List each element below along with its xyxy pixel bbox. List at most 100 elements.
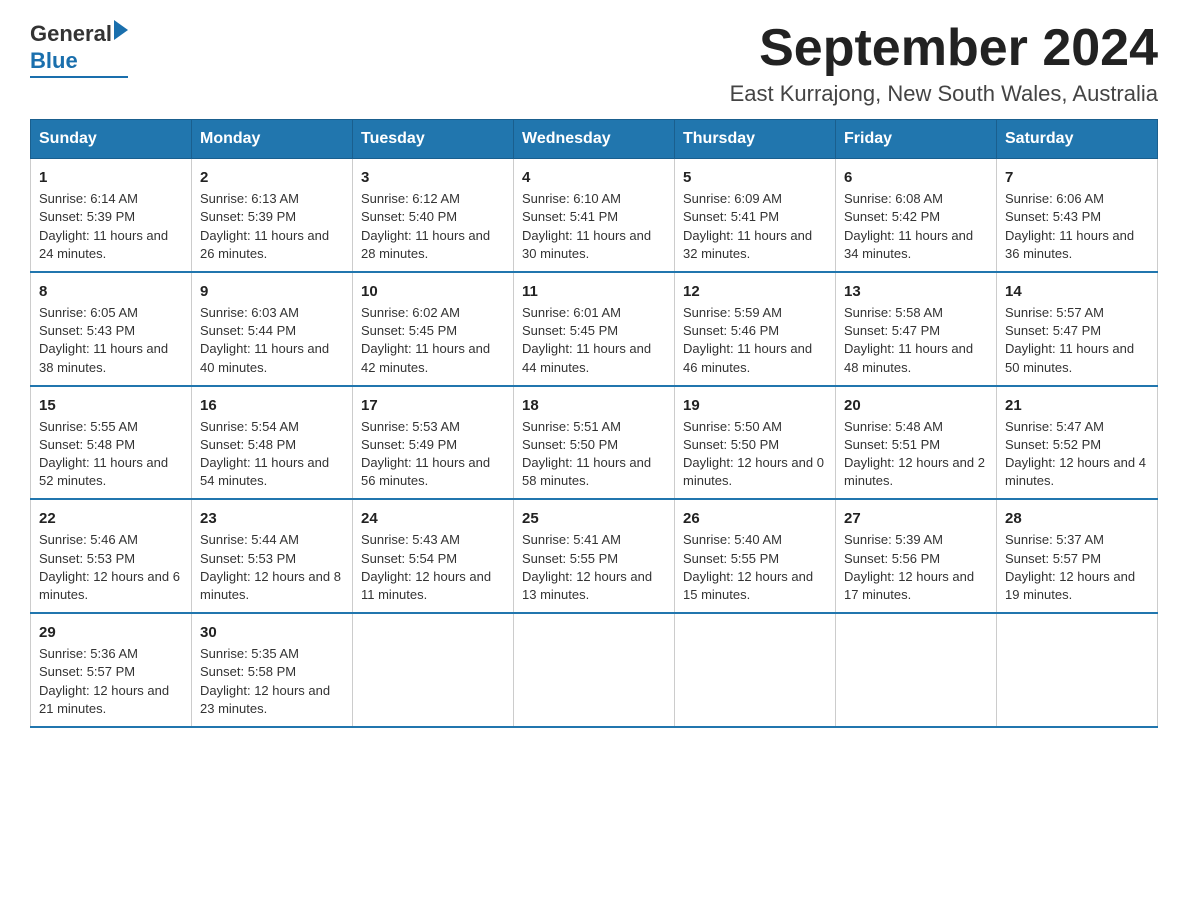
daylight-text: Daylight: 11 hours and 34 minutes.: [844, 227, 988, 263]
day-number: 22: [39, 508, 183, 529]
calendar-cell: 14Sunrise: 5:57 AMSunset: 5:47 PMDayligh…: [997, 272, 1158, 386]
sunset-text: Sunset: 5:45 PM: [361, 322, 505, 340]
sunrise-text: Sunrise: 5:40 AM: [683, 531, 827, 549]
daylight-text: Daylight: 12 hours and 0 minutes.: [683, 454, 827, 490]
sunrise-text: Sunrise: 6:01 AM: [522, 304, 666, 322]
daylight-text: Daylight: 12 hours and 21 minutes.: [39, 682, 183, 718]
day-number: 25: [522, 508, 666, 529]
daylight-text: Daylight: 11 hours and 24 minutes.: [39, 227, 183, 263]
calendar-cell: 7Sunrise: 6:06 AMSunset: 5:43 PMDaylight…: [997, 159, 1158, 272]
sunrise-text: Sunrise: 5:41 AM: [522, 531, 666, 549]
sunset-text: Sunset: 5:39 PM: [39, 208, 183, 226]
sunset-text: Sunset: 5:55 PM: [683, 550, 827, 568]
calendar-cell: [514, 613, 675, 727]
daylight-text: Daylight: 12 hours and 13 minutes.: [522, 568, 666, 604]
sunrise-text: Sunrise: 5:55 AM: [39, 418, 183, 436]
weekday-header-monday: Monday: [192, 120, 353, 159]
day-number: 12: [683, 281, 827, 302]
sunset-text: Sunset: 5:51 PM: [844, 436, 988, 454]
logo-blue-text: Blue: [30, 48, 78, 74]
sunset-text: Sunset: 5:44 PM: [200, 322, 344, 340]
day-number: 26: [683, 508, 827, 529]
day-number: 23: [200, 508, 344, 529]
day-number: 29: [39, 622, 183, 643]
sunrise-text: Sunrise: 6:10 AM: [522, 190, 666, 208]
sunset-text: Sunset: 5:56 PM: [844, 550, 988, 568]
week-row-2: 8 Sunrise: 6:05 AMSunset: 5:43 PM Daylight…: [31, 272, 1158, 386]
day-number: 15: [39, 395, 183, 416]
day-number: 20: [844, 395, 988, 416]
sunrise-text: Sunrise: 5:43 AM: [361, 531, 505, 549]
sunset-text: Sunset: 5:39 PM: [200, 208, 344, 226]
calendar-cell: 12Sunrise: 5:59 AMSunset: 5:46 PMDayligh…: [675, 272, 836, 386]
sunset-text: Sunset: 5:47 PM: [1005, 322, 1149, 340]
sunrise-text: Sunrise: 5:39 AM: [844, 531, 988, 549]
daylight-text: Daylight: 11 hours and 42 minutes.: [361, 340, 505, 376]
logo-general-text: General: [30, 21, 112, 47]
sunrise-text: Sunrise: 6:03 AM: [200, 304, 344, 322]
day-number: 19: [683, 395, 827, 416]
daylight-text: Daylight: 11 hours and 26 minutes.: [200, 227, 344, 263]
calendar-cell: 2Sunrise: 6:13 AMSunset: 5:39 PMDaylight…: [192, 159, 353, 272]
day-number: 13: [844, 281, 988, 302]
calendar-cell: [675, 613, 836, 727]
sunrise-text: Sunrise: 6:02 AM: [361, 304, 505, 322]
sunrise-text: Sunrise: 5:37 AM: [1005, 531, 1149, 549]
day-number: 8: [39, 281, 183, 302]
calendar-cell: [353, 613, 514, 727]
daylight-text: Daylight: 11 hours and 30 minutes.: [522, 227, 666, 263]
daylight-text: Daylight: 12 hours and 4 minutes.: [1005, 454, 1149, 490]
sunrise-text: Sunrise: 6:09 AM: [683, 190, 827, 208]
daylight-text: Daylight: 12 hours and 19 minutes.: [1005, 568, 1149, 604]
sunset-text: Sunset: 5:57 PM: [1005, 550, 1149, 568]
calendar-cell: 3Sunrise: 6:12 AMSunset: 5:40 PMDaylight…: [353, 159, 514, 272]
daylight-text: Daylight: 12 hours and 17 minutes.: [844, 568, 988, 604]
weekday-header-sunday: Sunday: [31, 120, 192, 159]
calendar-cell: 16Sunrise: 5:54 AMSunset: 5:48 PMDayligh…: [192, 386, 353, 500]
page-header: General Blue September 2024 East Kurrajo…: [30, 20, 1158, 107]
calendar-cell: 30Sunrise: 5:35 AMSunset: 5:58 PMDayligh…: [192, 613, 353, 727]
sunset-text: Sunset: 5:47 PM: [844, 322, 988, 340]
calendar-cell: 28Sunrise: 5:37 AMSunset: 5:57 PMDayligh…: [997, 499, 1158, 613]
calendar-cell: 13Sunrise: 5:58 AMSunset: 5:47 PMDayligh…: [836, 272, 997, 386]
sunset-text: Sunset: 5:58 PM: [200, 663, 344, 681]
calendar-table: SundayMondayTuesdayWednesdayThursdayFrid…: [30, 119, 1158, 728]
sunrise-text: Sunrise: 6:05 AM: [39, 304, 183, 322]
week-row-3: 15Sunrise: 5:55 AMSunset: 5:48 PMDayligh…: [31, 386, 1158, 500]
calendar-cell: 23Sunrise: 5:44 AMSunset: 5:53 PMDayligh…: [192, 499, 353, 613]
sunset-text: Sunset: 5:43 PM: [1005, 208, 1149, 226]
sunset-text: Sunset: 5:49 PM: [361, 436, 505, 454]
calendar-cell: 18Sunrise: 5:51 AMSunset: 5:50 PMDayligh…: [514, 386, 675, 500]
weekday-header-tuesday: Tuesday: [353, 120, 514, 159]
sunset-text: Sunset: 5:41 PM: [683, 208, 827, 226]
sunrise-text: Sunrise: 5:48 AM: [844, 418, 988, 436]
sunrise-text: Sunrise: 6:08 AM: [844, 190, 988, 208]
calendar-cell: 8Sunrise: 6:05 AMSunset: 5:43 PMDaylight…: [31, 272, 192, 386]
sunrise-text: Sunrise: 5:50 AM: [683, 418, 827, 436]
day-number: 5: [683, 167, 827, 188]
week-row-4: 22Sunrise: 5:46 AMSunset: 5:53 PMDayligh…: [31, 499, 1158, 613]
logo-divider: [30, 76, 128, 78]
sunset-text: Sunset: 5:53 PM: [39, 550, 183, 568]
sunset-text: Sunset: 5:55 PM: [522, 550, 666, 568]
day-number: 18: [522, 395, 666, 416]
sunset-text: Sunset: 5:42 PM: [844, 208, 988, 226]
day-number: 16: [200, 395, 344, 416]
sunset-text: Sunset: 5:50 PM: [522, 436, 666, 454]
daylight-text: Daylight: 12 hours and 11 minutes.: [361, 568, 505, 604]
sunset-text: Sunset: 5:43 PM: [39, 322, 183, 340]
calendar-cell: 9Sunrise: 6:03 AMSunset: 5:44 PMDaylight…: [192, 272, 353, 386]
day-number: 24: [361, 508, 505, 529]
sunrise-text: Sunrise: 5:54 AM: [200, 418, 344, 436]
sunrise-text: Sunrise: 6:06 AM: [1005, 190, 1149, 208]
daylight-text: Daylight: 12 hours and 8 minutes.: [200, 568, 344, 604]
daylight-text: Daylight: 11 hours and 40 minutes.: [200, 340, 344, 376]
calendar-cell: 29Sunrise: 5:36 AMSunset: 5:57 PMDayligh…: [31, 613, 192, 727]
sunrise-text: Sunrise: 5:58 AM: [844, 304, 988, 322]
weekday-header-saturday: Saturday: [997, 120, 1158, 159]
day-number: 17: [361, 395, 505, 416]
calendar-cell: 25 Sunrise: 5:41 AMSunset: 5:55 PMDayligh…: [514, 499, 675, 613]
sunset-text: Sunset: 5:54 PM: [361, 550, 505, 568]
calendar-cell: 6Sunrise: 6:08 AMSunset: 5:42 PMDaylight…: [836, 159, 997, 272]
logo: General Blue: [30, 20, 128, 78]
